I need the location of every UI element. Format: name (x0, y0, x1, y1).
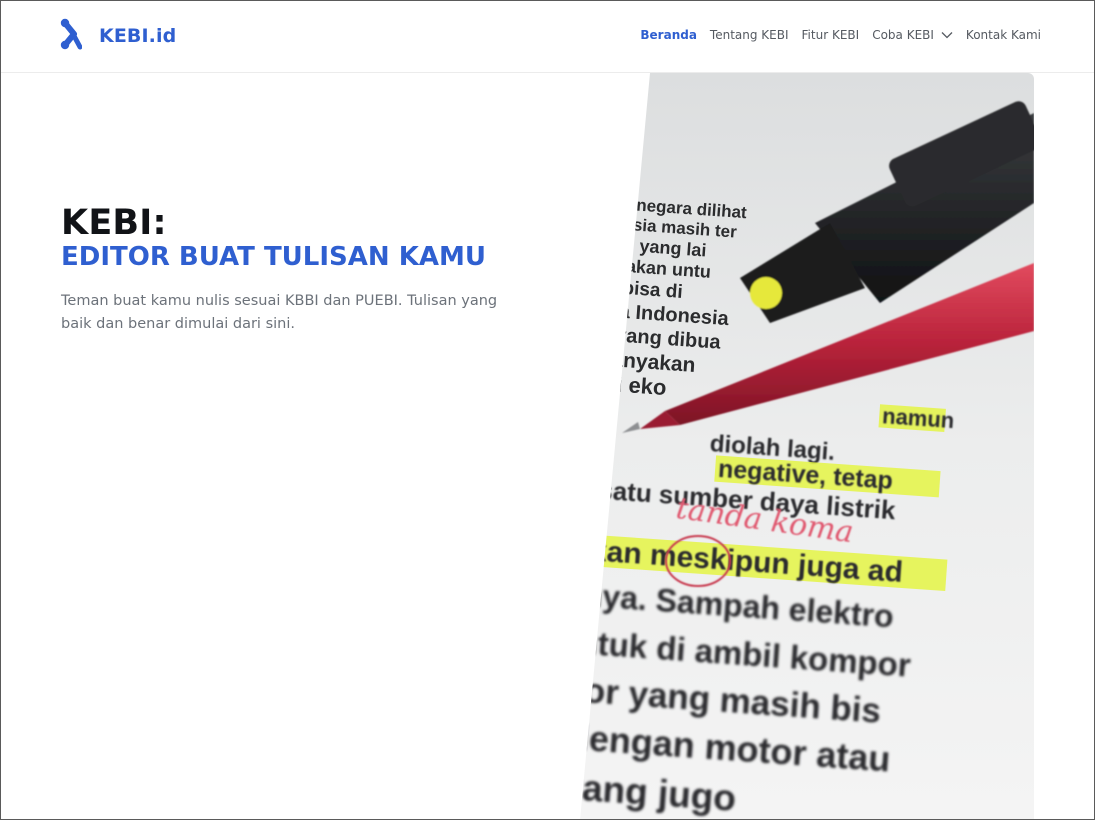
hero-section: KEBI: EDITOR BUAT TULISAN KAMU Teman bua… (61, 204, 531, 336)
nav-item-coba-kebi[interactable]: Coba KEBI (872, 28, 953, 42)
brand-link[interactable]: KEBI.id (60, 18, 177, 54)
nav-item-beranda[interactable]: Beranda (640, 28, 697, 42)
hero-photo: negara dilihat sia masih ter i yang lai aka… (580, 73, 1034, 820)
chevron-down-icon (941, 32, 953, 39)
nav-item-fitur-kebi[interactable]: Fitur KEBI (802, 28, 860, 42)
main-nav: Beranda Tentang KEBI Fitur KEBI Coba KEB… (627, 28, 1041, 42)
paper-with-pens-photo: negara dilihatsia masih teri yang laiaka… (580, 73, 1034, 820)
hero-lead-text: Teman buat kamu nulis sesuai KBBI dan PU… (61, 293, 498, 332)
kebi-x-logo-icon (60, 18, 83, 54)
hero-subtitle: EDITOR BUAT TULISAN KAMU (61, 242, 486, 272)
photo-text-line: namun (881, 403, 955, 433)
photo-text-line: bisa di (622, 278, 684, 303)
photo-text-line: ri eko (607, 371, 667, 400)
nav-item-coba-kebi-label: Coba KEBI (872, 28, 934, 42)
nav-item-tentang-kebi[interactable]: Tentang KEBI (710, 28, 789, 42)
brand-name: KEBI.id (99, 25, 177, 47)
nav-item-kontak-kami[interactable]: Kontak Kami (966, 28, 1041, 42)
top-navbar: KEBI.id Beranda Tentang KEBI Fitur KEBI … (0, 0, 1095, 73)
hero-title: KEBI: (61, 203, 167, 243)
